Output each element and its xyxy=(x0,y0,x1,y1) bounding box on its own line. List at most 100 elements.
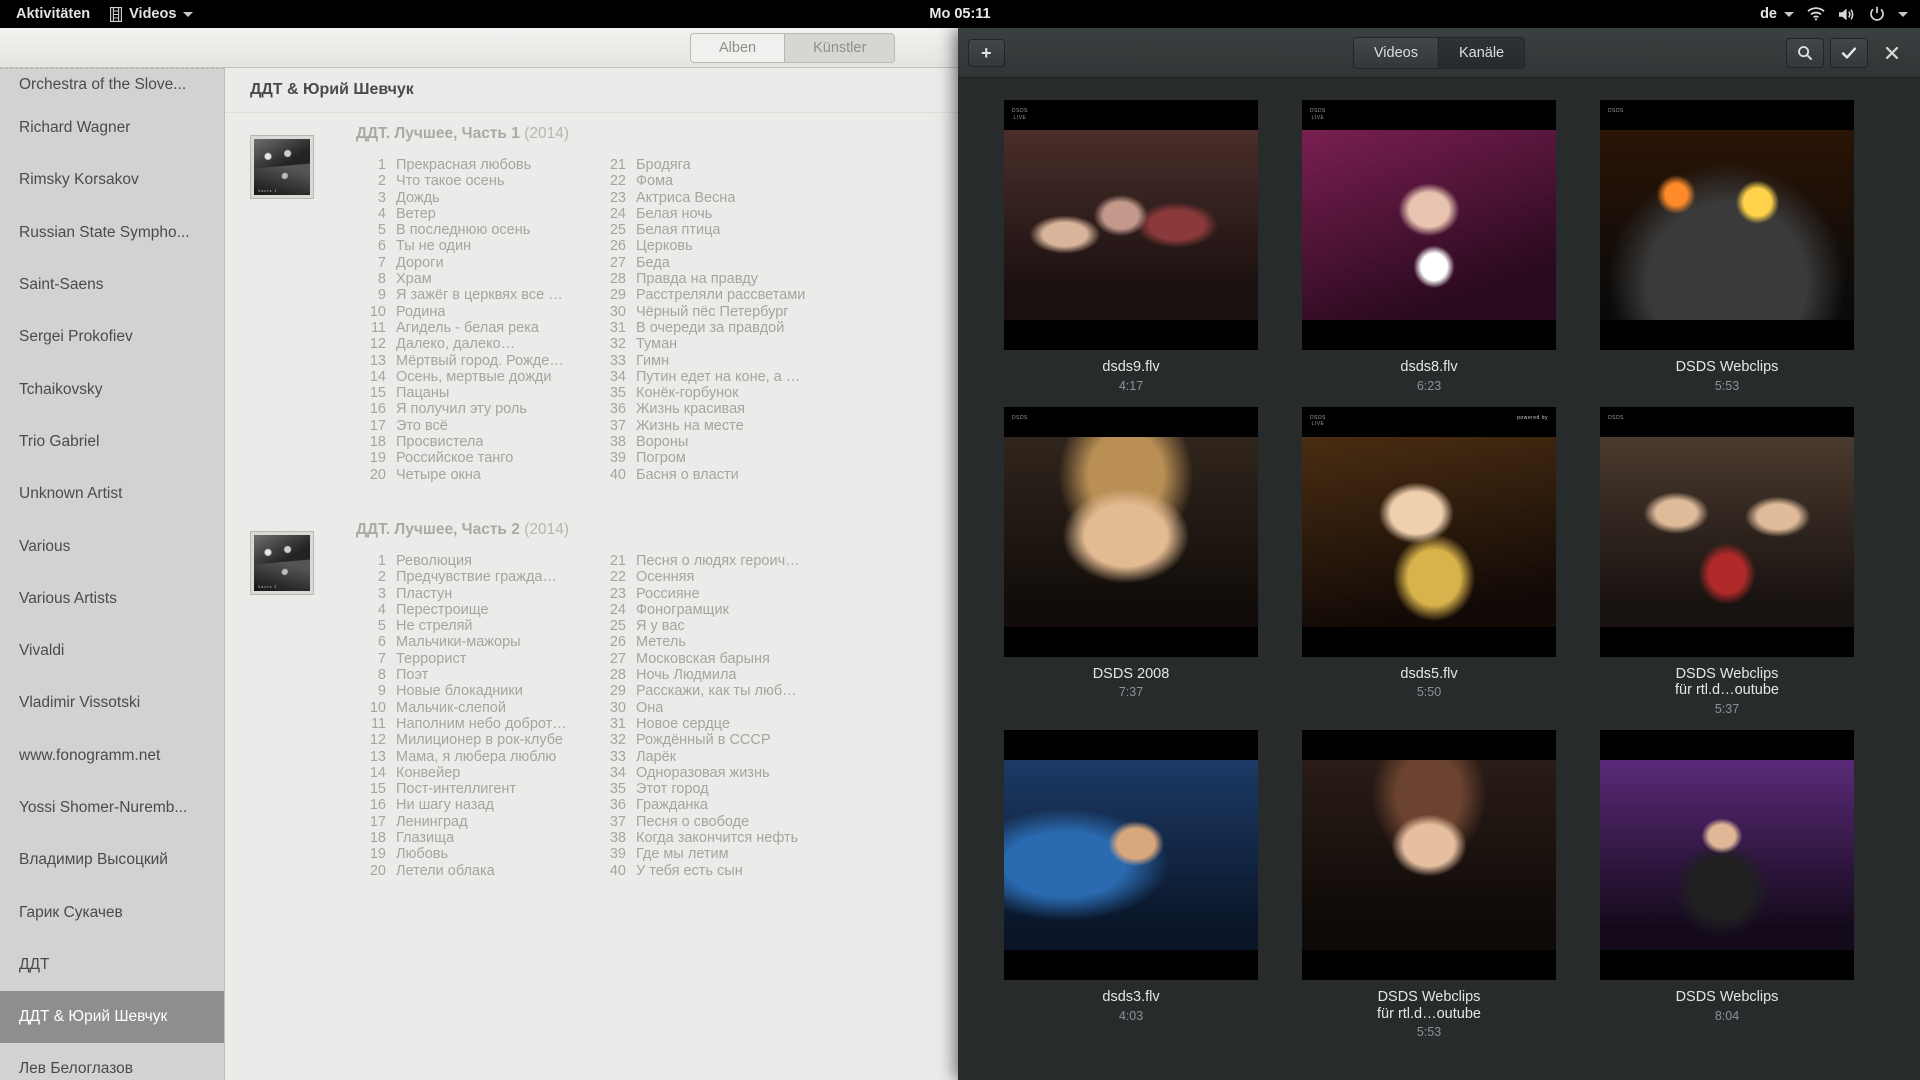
track-row[interactable]: 22 Фома xyxy=(596,173,836,189)
track-row[interactable]: 28 Ночь Людмила xyxy=(596,667,836,683)
wifi-icon[interactable] xyxy=(1807,7,1825,21)
track-row[interactable]: 37 Жизнь на месте xyxy=(596,418,836,434)
clock[interactable]: Mo 05:11 xyxy=(0,6,1920,22)
sidebar-item-artist[interactable]: Various Artists xyxy=(0,573,224,625)
app-menu-button[interactable]: Videos xyxy=(110,6,194,22)
track-row[interactable]: 35 Конёк-горбунок xyxy=(596,385,836,401)
sidebar-item-selected-artist[interactable]: ДДТ & Юрий Шевчук xyxy=(0,991,224,1044)
track-row[interactable]: 12 Милиционер в рок-клубе xyxy=(356,732,596,748)
system-status-area[interactable]: de xyxy=(1760,6,1908,22)
video-card[interactable]: DSDS Webclips für rtl.d…outube 5:53 xyxy=(1280,730,1578,1039)
track-row[interactable]: 40 Басня о власти xyxy=(596,467,836,483)
track-row[interactable]: 7 Дороги xyxy=(356,255,596,271)
track-row[interactable]: 7 Террорист xyxy=(356,651,596,667)
track-row[interactable]: 6 Мальчики-мажоры xyxy=(356,634,596,650)
track-row[interactable]: 25 Белая птица xyxy=(596,222,836,238)
track-row[interactable]: 24 Белая ночь xyxy=(596,206,836,222)
track-row[interactable]: 23 Россияне xyxy=(596,586,836,602)
video-card[interactable]: DSDS DSDS 2008 7:37 xyxy=(982,406,1280,716)
sidebar-item-artist[interactable]: Гарик Сукачев xyxy=(0,886,224,938)
track-row[interactable]: 40 У тебя есть сын xyxy=(596,863,836,879)
track-row[interactable]: 26 Церковь xyxy=(596,238,836,254)
track-row[interactable]: 14 Конвейер xyxy=(356,765,596,781)
track-row[interactable]: 17 Это всё xyxy=(356,418,596,434)
videos-view-switcher[interactable]: Videos Kanäle xyxy=(1352,36,1526,69)
track-row[interactable]: 38 Вороны xyxy=(596,434,836,450)
track-row[interactable]: 27 Московская барыня xyxy=(596,651,836,667)
track-row[interactable]: 33 Гимн xyxy=(596,353,836,369)
video-card[interactable]: DSDS DSDS Webclips 5:53 xyxy=(1578,100,1876,393)
track-row[interactable]: 21 Бродяга xyxy=(596,157,836,173)
track-row[interactable]: 30 Она xyxy=(596,700,836,716)
track-row[interactable]: 33 Ларёк xyxy=(596,749,836,765)
track-row[interactable]: 18 Просвистела xyxy=(356,434,596,450)
video-card[interactable]: DSDS Webclips 8:04 xyxy=(1578,730,1876,1039)
track-row[interactable]: 37 Песня о свободе xyxy=(596,814,836,830)
sidebar-item-artist[interactable]: Лев Белоглазов xyxy=(0,1043,224,1080)
track-row[interactable]: 13 Мама, я любера люблю xyxy=(356,749,596,765)
sidebar-item-artist[interactable]: ДДТ xyxy=(0,939,224,991)
sidebar-item-artist[interactable]: Richard Wagner xyxy=(0,102,224,154)
tab-kuenstler[interactable]: Künstler xyxy=(784,34,895,62)
video-thumbnail[interactable]: DSDS xyxy=(1600,406,1854,657)
video-thumbnail[interactable]: DSDS LIVE powered by xyxy=(1302,406,1556,657)
sidebar-item-artist[interactable]: Владимир Высоцкий xyxy=(0,834,224,886)
track-row[interactable]: 26 Метель xyxy=(596,634,836,650)
track-row[interactable]: 28 Правда на правду xyxy=(596,271,836,287)
tab-kanaele[interactable]: Kanäle xyxy=(1437,37,1525,68)
track-row[interactable]: 36 Жизнь красивая xyxy=(596,401,836,417)
track-row[interactable]: 9 Новые блокадники xyxy=(356,683,596,699)
track-row[interactable]: 19 Российское танго xyxy=(356,450,596,466)
track-row[interactable]: 2 Что такое осень xyxy=(356,173,596,189)
video-thumbnail[interactable] xyxy=(1302,730,1556,981)
track-row[interactable]: 36 Гражданка xyxy=(596,797,836,813)
track-row[interactable]: 4 Перестроище xyxy=(356,602,596,618)
track-row[interactable]: 35 Этот город xyxy=(596,781,836,797)
track-row[interactable]: 24 Фонограмщик xyxy=(596,602,836,618)
sidebar-item-artist[interactable]: Tchaikovsky xyxy=(0,363,224,415)
track-row[interactable]: 29 Расскажи, как ты люб… xyxy=(596,683,836,699)
track-row[interactable]: 17 Ленинград xyxy=(356,814,596,830)
track-row[interactable]: 31 Новое сердце xyxy=(596,716,836,732)
sidebar-item-artist[interactable]: Vladimir Vissotski xyxy=(0,677,224,729)
video-thumbnail[interactable] xyxy=(1600,730,1854,981)
track-row[interactable]: 8 Поэт xyxy=(356,667,596,683)
sidebar-item-artist[interactable]: Russian State Sympho... xyxy=(0,207,224,259)
track-row[interactable]: 6 Ты не один xyxy=(356,238,596,254)
view-mode-switcher[interactable]: Alben Künstler xyxy=(690,33,896,63)
sidebar-item-artist[interactable]: Vivaldi xyxy=(0,625,224,677)
track-row[interactable]: 3 Дождь xyxy=(356,190,596,206)
track-row[interactable]: 18 Глазища xyxy=(356,830,596,846)
track-row[interactable]: 27 Беда xyxy=(596,255,836,271)
track-row[interactable]: 39 Погром xyxy=(596,450,836,466)
video-card[interactable]: DSDS LIVE dsds8.flv 6:23 xyxy=(1280,100,1578,393)
track-row[interactable]: 32 Туман xyxy=(596,336,836,352)
sidebar-item-artist[interactable]: Unknown Artist xyxy=(0,468,224,520)
video-card[interactable]: DSDS DSDS Webclips für rtl.d…outube 5:37 xyxy=(1578,406,1876,716)
track-row[interactable]: 19 Любовь xyxy=(356,846,596,862)
track-row[interactable]: 29 Расстреляли рассветами xyxy=(596,287,836,303)
track-row[interactable]: 1 Прекрасная любовь xyxy=(356,157,596,173)
track-row[interactable]: 25 Я у вас xyxy=(596,618,836,634)
track-row[interactable]: 15 Пост-интеллигент xyxy=(356,781,596,797)
track-row[interactable]: 22 Осенняя xyxy=(596,569,836,585)
sidebar-item-artist[interactable]: Sergei Prokofiev xyxy=(0,311,224,363)
video-card[interactable]: DSDS LIVE dsds9.flv 4:17 xyxy=(982,100,1280,393)
track-row[interactable]: 13 Мёртвый город. Рожде… xyxy=(356,353,596,369)
track-row[interactable]: 5 Не стреляй xyxy=(356,618,596,634)
track-row[interactable]: 2 Предчувствие гражда… xyxy=(356,569,596,585)
track-row[interactable]: 34 Одноразовая жизнь xyxy=(596,765,836,781)
album-cover-art[interactable]: Часть 2 xyxy=(250,530,314,595)
chevron-down-icon[interactable] xyxy=(1898,11,1908,17)
track-row[interactable]: 5 В последнюю осень xyxy=(356,222,596,238)
select-confirm-button[interactable] xyxy=(1830,37,1868,68)
track-row[interactable]: 23 Актриса Весна xyxy=(596,190,836,206)
video-thumbnail[interactable]: DSDS xyxy=(1004,406,1258,657)
video-thumbnail[interactable] xyxy=(1004,730,1258,981)
track-row[interactable]: 3 Пластун xyxy=(356,586,596,602)
track-row[interactable]: 20 Летели облака xyxy=(356,863,596,879)
search-button[interactable] xyxy=(1786,37,1824,68)
video-card[interactable]: DSDS LIVE powered by dsds5.flv 5:50 xyxy=(1280,406,1578,716)
video-thumbnail[interactable]: DSDS LIVE xyxy=(1004,100,1258,350)
track-row[interactable]: 9 Я зажёг в церквях все … xyxy=(356,287,596,303)
